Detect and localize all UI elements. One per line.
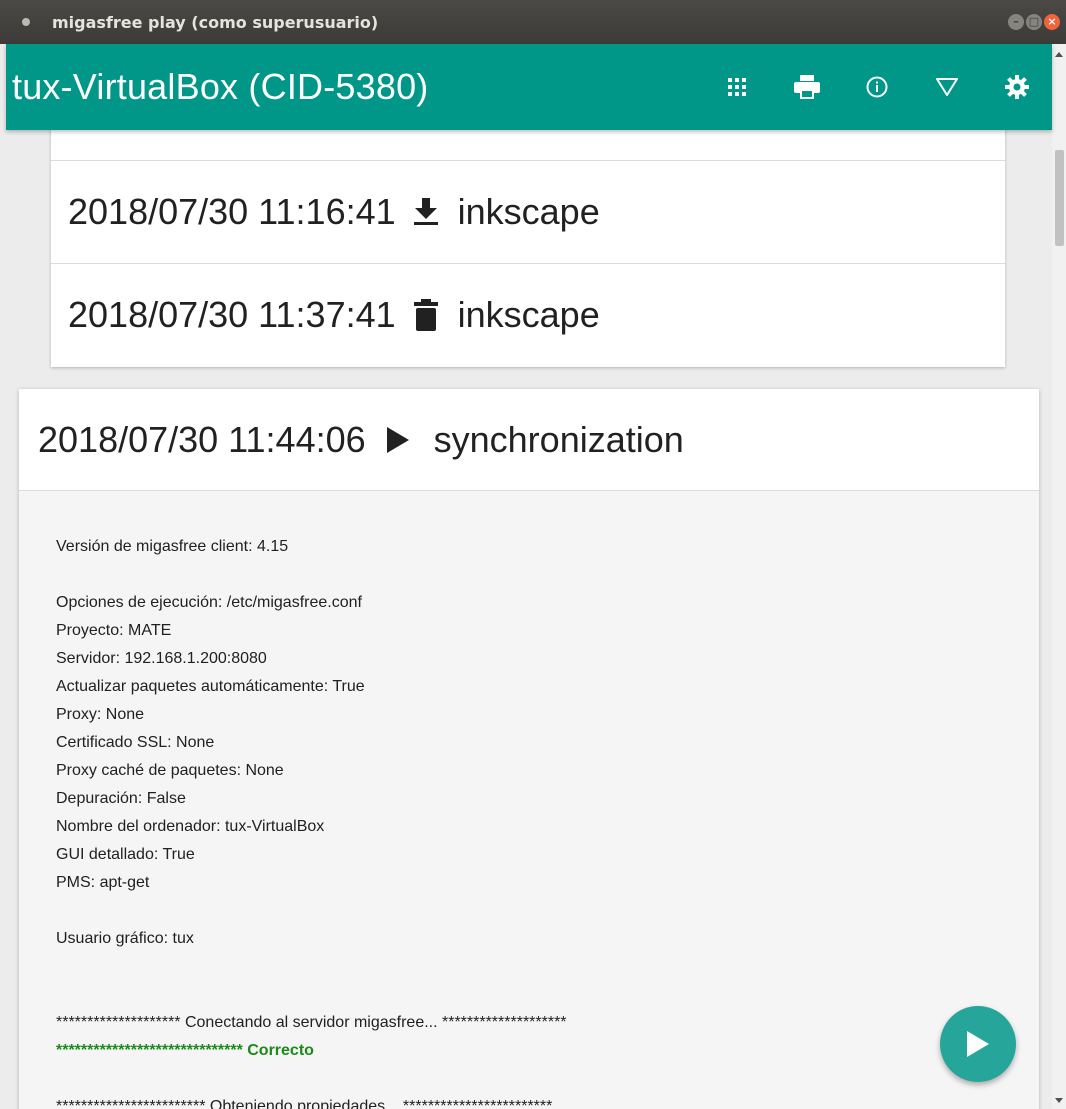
- history-card: 2018/07/30 11:16:41 inkscape 2018/07/30 …: [51, 130, 1005, 367]
- log-line: Proxy: None: [56, 706, 145, 723]
- print-icon: [794, 75, 820, 99]
- download-icon: [398, 198, 454, 226]
- maximize-icon[interactable]: □: [1026, 14, 1042, 30]
- filter-button[interactable]: [912, 44, 982, 130]
- sync-log: Versión de migasfree client: 4.15 Opcion…: [19, 491, 1039, 1109]
- sync-fab-button[interactable]: [940, 1006, 1016, 1082]
- scrollbar[interactable]: [1052, 44, 1066, 1109]
- page-title: tux-VirtualBox (CID-5380): [12, 66, 429, 107]
- list-item[interactable]: 2018/07/30 11:37:41 inkscape: [51, 263, 1005, 366]
- close-icon[interactable]: ×: [1044, 14, 1060, 30]
- log-line: GUI detallado: True: [56, 846, 195, 863]
- sync-card: 2018/07/30 11:44:06 synchronization Vers…: [19, 389, 1039, 1109]
- log-line: Depuración: False: [56, 790, 186, 807]
- info-icon: [866, 76, 888, 98]
- settings-button[interactable]: [982, 44, 1052, 130]
- info-button[interactable]: [842, 44, 912, 130]
- log-line: Proxy caché de paquetes: None: [56, 762, 284, 779]
- trash-icon: [398, 299, 454, 331]
- play-icon: [967, 1031, 989, 1057]
- filter-icon: [936, 78, 958, 96]
- settings-icon: [1005, 75, 1029, 99]
- list-item[interactable]: 2018/07/30 11:16:41 inkscape: [51, 160, 1005, 263]
- scroll-down-icon[interactable]: [1055, 1098, 1063, 1103]
- log-line: Opciones de ejecución: /etc/migasfree.co…: [56, 594, 362, 611]
- window-titlebar: migasfree play (como superusuario) – □ ×: [0, 0, 1066, 44]
- log-line: Actualizar paquetes automáticamente: Tru…: [56, 678, 365, 695]
- minimize-icon[interactable]: –: [1008, 14, 1024, 30]
- app-bar: tux-VirtualBox (CID-5380): [6, 44, 1052, 130]
- log-line: Certificado SSL: None: [56, 734, 215, 751]
- sync-header[interactable]: 2018/07/30 11:44:06 synchronization: [19, 389, 1039, 491]
- log-line-ok: ****************************** Correcto: [56, 1042, 314, 1059]
- list-item[interactable]: [51, 130, 1005, 160]
- log-line: Nombre del ordenador: tux-VirtualBox: [56, 818, 325, 835]
- entry-datetime: 2018/07/30 11:37:41: [68, 294, 396, 335]
- log-line: PMS: apt-get: [56, 874, 150, 891]
- log-line: Servidor: 192.168.1.200:8080: [56, 650, 267, 667]
- entry-name: inkscape: [457, 191, 600, 232]
- scroll-up-icon[interactable]: [1055, 52, 1063, 57]
- sync-datetime: 2018/07/30 11:44:06: [38, 418, 366, 460]
- window-controls: – □ ×: [1008, 14, 1060, 30]
- log-line: ******************** Conectando al servi…: [56, 1014, 567, 1031]
- log-line: ************************ Obteniendo prop…: [56, 1098, 553, 1109]
- window-title: migasfree play (como superusuario): [52, 12, 379, 32]
- print-button[interactable]: [772, 44, 842, 130]
- window-menu-icon[interactable]: [22, 18, 30, 26]
- entry-datetime: 2018/07/30 11:16:41: [68, 191, 396, 232]
- play-icon: [370, 426, 426, 453]
- app-bar-actions: [702, 44, 1052, 130]
- log-line: Usuario gráfico: tux: [56, 930, 194, 947]
- log-line: Proyecto: MATE: [56, 622, 172, 639]
- entry-name: inkscape: [457, 294, 600, 335]
- apps-button[interactable]: [702, 44, 772, 130]
- log-line: Versión de migasfree client: 4.15: [56, 538, 289, 555]
- scrollbar-thumb[interactable]: [1055, 150, 1064, 246]
- history-list[interactable]: 2018/07/30 11:16:41 inkscape 2018/07/30 …: [6, 130, 1052, 1109]
- apps-icon: [728, 78, 746, 96]
- sync-name: synchronization: [433, 418, 684, 460]
